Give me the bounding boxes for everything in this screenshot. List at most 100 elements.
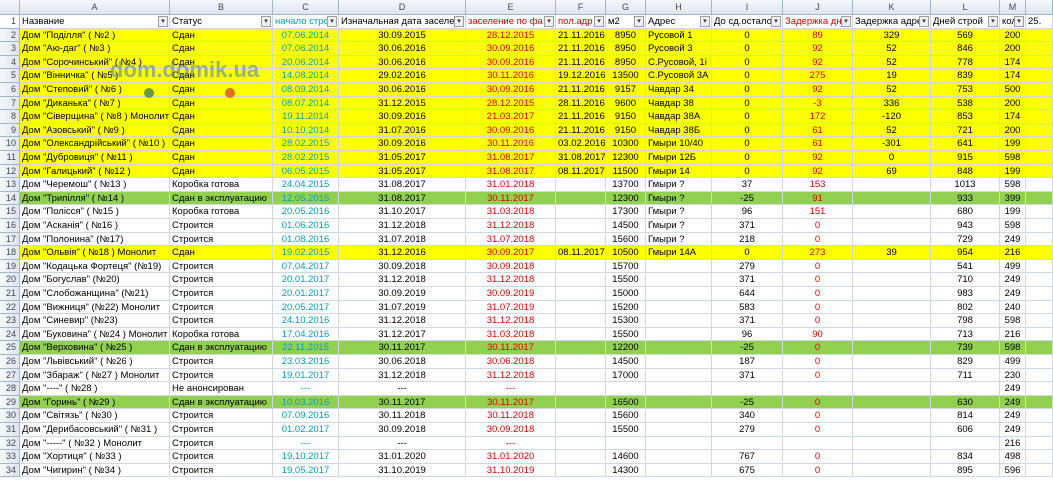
cell-name[interactable]: Дом "Дубровиця" ( №11 ) (20, 151, 170, 165)
cell-orig[interactable]: 30.11.2018 (339, 409, 466, 423)
cell-addr[interactable]: Чавдар 38 (646, 96, 712, 111)
cell-delay[interactable]: 92 (783, 83, 853, 97)
cell-name[interactable]: Дом "Трипілля" ( №14 ) (20, 191, 170, 206)
table-row[interactable]: 31 Дом "Дерибасовський" ( №31 ) Строится 01… (0, 423, 1053, 437)
row-number[interactable]: 12 (0, 164, 20, 179)
cell-m2[interactable] (606, 436, 646, 451)
cell-start[interactable]: 20.01.2017 (273, 287, 339, 301)
cell-name[interactable]: Дом "Львівський" ( №26 ) (20, 355, 170, 369)
cell-delay[interactable]: 151 (783, 205, 853, 219)
cell-days[interactable]: 943 (931, 219, 1000, 233)
cell-m2[interactable]: 17300 (606, 205, 646, 219)
cell-orig[interactable]: 31.12.2016 (339, 246, 466, 260)
cell-days[interactable]: 839 (931, 69, 1000, 83)
cell-orig[interactable]: 31.12.2017 (339, 327, 466, 342)
table-row[interactable]: 18 Дом "Ольвія" ( №18 ) Монолит Сдан 19.02.… (0, 246, 1053, 260)
table-row[interactable]: 32 Дом "-----" ( №32 ) Монолит Строится ---… (0, 436, 1053, 451)
cell-addr[interactable]: Чавдар 34 (646, 83, 712, 97)
row-number[interactable]: 22 (0, 300, 20, 315)
cell-start[interactable]: 20.01.2017 (273, 273, 339, 287)
cell-extra[interactable] (1026, 327, 1053, 342)
table-row[interactable]: 16 Дом "Асканія" ( №16 ) Строится 01.06.201… (0, 219, 1053, 233)
cell-m2[interactable]: 13500 (606, 69, 646, 83)
table-row[interactable]: 25 Дом "Верховина" ( №25 ) Сдан в эксплуат… (0, 341, 1053, 355)
cell-addr[interactable] (646, 314, 712, 328)
cell-pol[interactable] (556, 178, 606, 192)
cell-start[interactable]: 19.11.2014 (273, 110, 339, 124)
cell-dadr[interactable]: 329 (853, 28, 931, 43)
cell-start[interactable]: 19.10.2017 (273, 450, 339, 464)
cell-orig[interactable]: 31.01.2020 (339, 450, 466, 464)
cell-name[interactable]: Дом "Черемош" ( №13 ) (20, 178, 170, 192)
cell-left[interactable]: -25 (712, 191, 783, 206)
cell-left[interactable]: 96 (712, 205, 783, 219)
cell-pol[interactable]: 21.11.2016 (556, 28, 606, 43)
cell-name[interactable]: Дом "Чигирин" ( №34 ) (20, 463, 170, 478)
table-row[interactable]: 3 Дом "Аю-даг" ( №3 ) Сдан 07.06.2014 30.06.… (0, 42, 1053, 56)
cell-days[interactable]: 680 (931, 205, 1000, 219)
cell-delay[interactable]: 91 (783, 191, 853, 206)
cell-addr[interactable]: Русовой 3 (646, 42, 712, 56)
cell-settle[interactable]: 31.08.2017 (466, 151, 556, 165)
cell-addr[interactable] (646, 287, 712, 301)
filter-dropdown-icon[interactable]: ▾ (158, 16, 168, 27)
cell-kol[interactable]: 499 (1000, 259, 1026, 274)
cell-dadr[interactable]: 19 (853, 69, 931, 83)
cell-status[interactable]: Коробка готова (170, 178, 273, 192)
cell-extra[interactable] (1026, 355, 1053, 369)
cell-addr[interactable]: Русовой 1 (646, 28, 712, 43)
cell-start[interactable]: 22.11.2015 (273, 341, 339, 355)
cell-m2[interactable]: 14600 (606, 450, 646, 464)
cell-addr[interactable]: Гмыри ? (646, 178, 712, 192)
table-row[interactable]: 7 Дом "Диканька" ( №7 ) Сдан 08.07.2014 31.1… (0, 96, 1053, 111)
cell-kol[interactable]: 199 (1000, 164, 1026, 179)
cell-pol[interactable] (556, 273, 606, 287)
cell-pol[interactable]: 31.08.2017 (556, 151, 606, 165)
cell-orig[interactable]: 30.06.2016 (339, 55, 466, 70)
row-number[interactable]: 14 (0, 191, 20, 206)
cell-m2[interactable]: 15500 (606, 327, 646, 342)
row-number[interactable]: 19 (0, 259, 20, 274)
cell-left[interactable]: 371 (712, 273, 783, 287)
column-letter[interactable]: A (20, 0, 170, 14)
cell-dadr[interactable] (853, 219, 931, 233)
cell-name[interactable]: Дом "Синевир" (№23) (20, 314, 170, 328)
cell-name[interactable]: Дом "Асканія" ( №16 ) (20, 219, 170, 233)
cell-dadr[interactable]: 52 (853, 123, 931, 138)
cell-delay[interactable]: 0 (783, 314, 853, 328)
column-letter[interactable]: B (170, 0, 273, 14)
cell-pol[interactable] (556, 314, 606, 328)
cell-orig[interactable]: --- (339, 436, 466, 451)
cell-delay[interactable]: 0 (783, 219, 853, 233)
cell-delay[interactable]: 153 (783, 178, 853, 192)
cell-orig[interactable]: 31.08.2017 (339, 191, 466, 206)
cell-left[interactable]: 96 (712, 327, 783, 342)
row-number[interactable]: 15 (0, 205, 20, 219)
cell-status[interactable]: Сдан (170, 246, 273, 260)
cell-orig[interactable]: 29.02.2016 (339, 69, 466, 83)
cell-addr[interactable]: Гмыри ? (646, 232, 712, 247)
cell-kol[interactable]: 499 (1000, 355, 1026, 369)
row-number[interactable]: 10 (0, 137, 20, 151)
cell-settle[interactable]: 30.09.2019 (466, 287, 556, 301)
cell-dadr[interactable] (853, 178, 931, 192)
cell-dadr[interactable] (853, 259, 931, 274)
cell-extra[interactable] (1026, 232, 1053, 247)
row-number[interactable]: 4 (0, 55, 20, 70)
cell-addr[interactable] (646, 436, 712, 451)
table-row[interactable]: 9 Дом "Азовський" ( №9 ) Сдан 10.10.2014 31.… (0, 123, 1053, 138)
table-row[interactable]: 10 Дом "Олександрійський" ( №10 ) Сдан 28.0… (0, 137, 1053, 151)
cell-days[interactable]: 1013 (931, 178, 1000, 192)
header-cell-status[interactable]: Статус ▾ (170, 15, 273, 29)
cell-addr[interactable] (646, 450, 712, 464)
cell-orig[interactable]: --- (339, 382, 466, 396)
filter-dropdown-icon[interactable]: ▾ (544, 16, 554, 27)
column-letter[interactable]: G (606, 0, 646, 14)
cell-delay[interactable]: 0 (783, 409, 853, 423)
cell-left[interactable]: 0 (712, 42, 783, 56)
cell-days[interactable]: 933 (931, 191, 1000, 206)
table-row[interactable]: 30 Дом "Світязь" ( №30 ) Строится 07.09.201… (0, 409, 1053, 423)
row-number[interactable]: 9 (0, 123, 20, 138)
cell-start[interactable]: 20.05.2017 (273, 300, 339, 315)
cell-left[interactable]: -25 (712, 395, 783, 410)
